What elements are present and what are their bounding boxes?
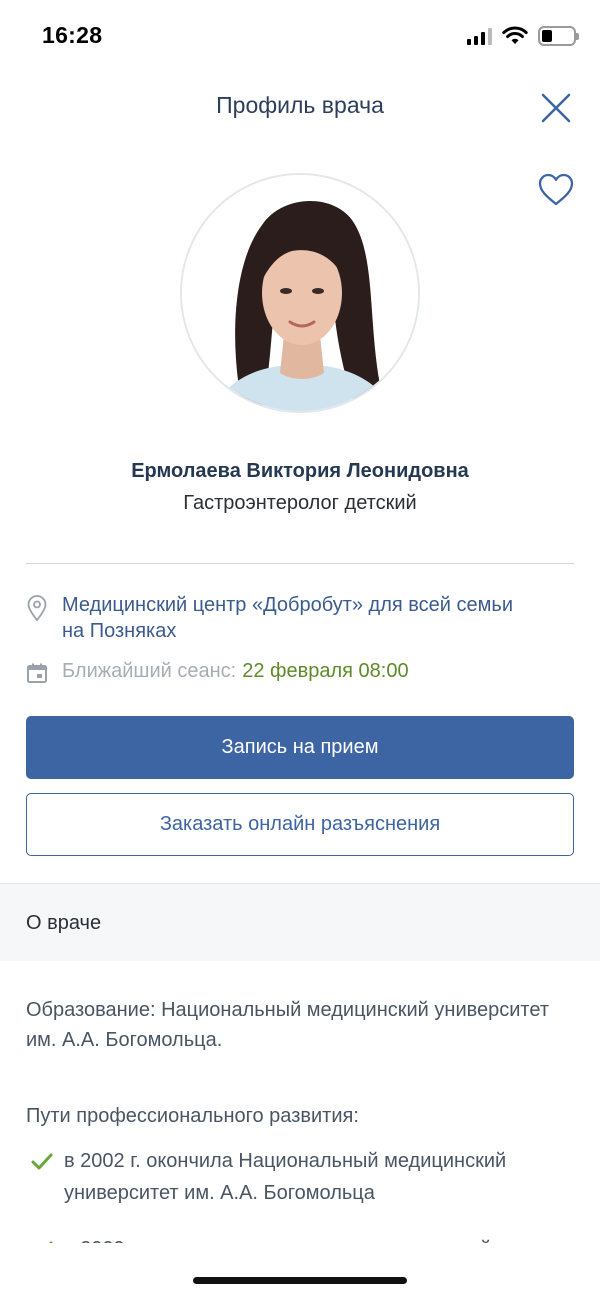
favorite-button[interactable]	[536, 170, 576, 210]
about-section-title: О враче	[26, 912, 102, 934]
status-time: 16:28	[42, 22, 103, 48]
location-pin-icon	[27, 595, 47, 622]
clinic-name-link[interactable]: Медицинский центр «Добробут» для всей се…	[62, 592, 532, 644]
close-button[interactable]	[536, 88, 576, 128]
header: Профиль врача	[0, 78, 600, 138]
doctor-avatar	[180, 173, 420, 413]
home-indicator[interactable]	[193, 1277, 407, 1284]
development-title: Пути профессионального развития:	[26, 1105, 359, 1127]
status-bar: 16:28	[0, 0, 600, 70]
check-icon	[48, 1241, 53, 1243]
order-online-consultation-button[interactable]: Заказать онлайн разъяснения	[26, 793, 574, 856]
doctor-photo	[182, 175, 418, 411]
education-text: Образование: Национальный медицинский ун…	[26, 999, 549, 1051]
book-appointment-button[interactable]: Запись на прием	[26, 716, 574, 779]
check-icon	[31, 1153, 53, 1170]
session-label: Ближайший сеанс:	[62, 660, 237, 682]
page-title: Профиль врача	[216, 92, 384, 118]
list-item: в 2002 г. окончила Национальный медицинс…	[30, 1145, 580, 1209]
wifi-icon	[502, 26, 528, 44]
heart-icon	[538, 173, 574, 206]
close-icon	[541, 93, 571, 123]
development-item-text: в 2002 г. окончила Национальный медицинс…	[64, 1150, 507, 1204]
nearest-session-row: Ближайший сеанс: 22 февраля 08:00	[26, 660, 409, 684]
development-item-text: в 2009 г. получила специализацию по детс…	[64, 1233, 491, 1243]
cellular-signal-icon	[467, 27, 492, 45]
doctor-specialty: Гастроэнтеролог детский	[183, 492, 417, 514]
clinic-row[interactable]: Медицинский центр «Добробут» для всей се…	[26, 592, 532, 644]
doctor-name: Ермолаева Виктория Леонидовна	[131, 460, 469, 482]
divider	[26, 563, 574, 564]
status-icons	[467, 26, 579, 46]
battery-icon	[538, 26, 579, 46]
session-value: 22 февраля 08:00	[242, 660, 409, 682]
development-list: в 2002 г. окончила Национальный медицинс…	[30, 1145, 580, 1243]
about-section-header: О враче	[0, 883, 600, 961]
list-item: в 2009 г. получила специализацию по детс…	[30, 1233, 580, 1243]
doctor-profile-screen: 16:28 Профиль врача Ермолаева Виктория Л…	[0, 0, 600, 1298]
calendar-icon	[27, 663, 47, 683]
about-content: Образование: Национальный медицинский ун…	[0, 961, 600, 1243]
